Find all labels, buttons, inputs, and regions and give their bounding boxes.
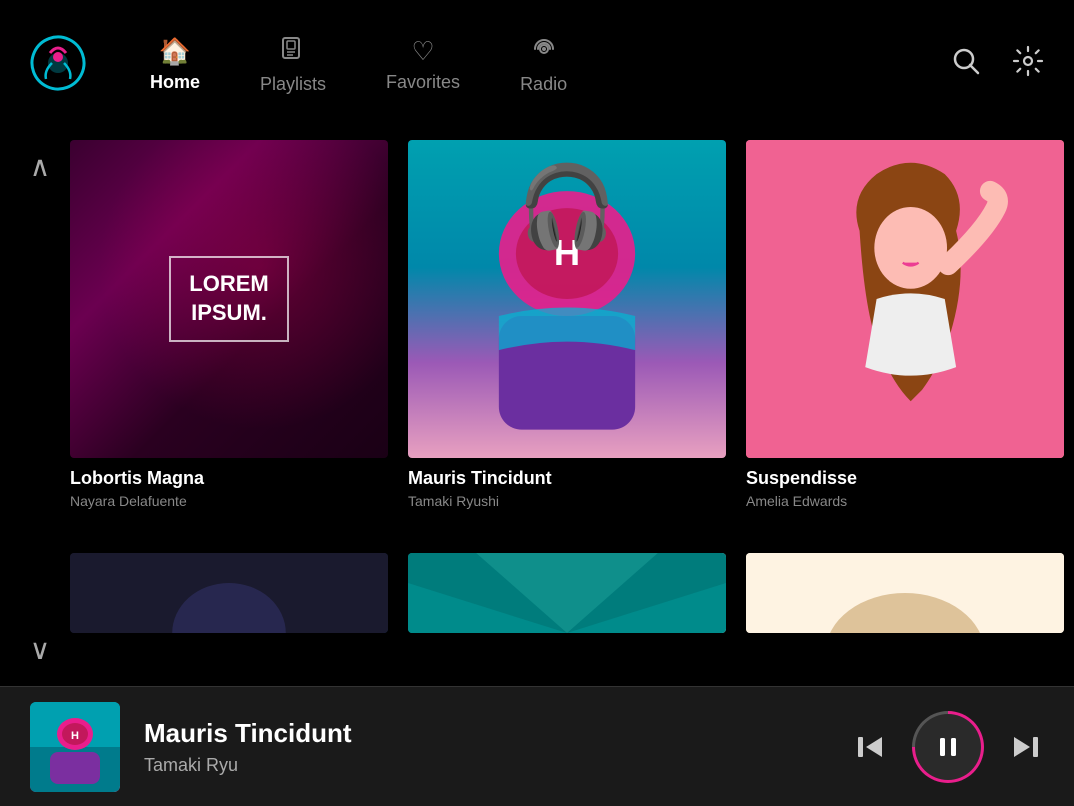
home-icon: 🏠 [159,38,191,64]
radio-icon [531,36,557,66]
settings-button[interactable] [1012,45,1044,85]
nav-items: 🏠 Home Playlists ♡ Favorites [150,36,950,95]
card-suspendisse-subtitle: Amelia Edwards [746,493,1064,509]
next-button[interactable] [1008,729,1044,765]
card-partial-1[interactable] [70,553,388,677]
art-lorem: LOREMIPSUM. [70,140,388,458]
nav-item-playlists[interactable]: Playlists [260,36,326,95]
svg-text:H: H [71,730,79,742]
app-logo[interactable] [30,35,90,95]
nav-label-favorites: Favorites [386,72,460,93]
card-mauris-art: H [408,140,726,458]
art-teal [408,553,726,633]
lorem-text-box: LOREMIPSUM. [169,256,288,341]
card-lobortis-art: LOREMIPSUM. [70,140,388,458]
player-track-artist: Tamaki Ryu [144,755,852,776]
nav-label-radio: Radio [520,74,567,95]
pause-button[interactable] [912,711,984,783]
card-partial-2-art [408,553,726,633]
art-beige [746,553,1064,633]
card-suspendisse-art [746,140,1064,458]
art-dark1 [70,553,388,633]
card-mauris[interactable]: H Mauris Tincidunt Tamaki Ryushi [408,140,726,553]
card-suspendisse[interactable]: Suspendisse Amelia Edwards [746,140,1064,553]
main-content: ∧ ∨ LOREMIPSUM. Lobortis Magna Nayara De… [0,130,1074,686]
lorem-text: LOREMIPSUM. [189,270,268,327]
music-grid: LOREMIPSUM. Lobortis Magna Nayara Delafu… [70,130,1064,686]
card-lobortis[interactable]: LOREMIPSUM. Lobortis Magna Nayara Delafu… [70,140,388,553]
card-partial-1-art [70,553,388,633]
favorites-icon: ♡ [411,38,434,64]
card-partial-3-art [746,553,1064,633]
art-mauris: H [408,140,726,458]
nav-item-favorites[interactable]: ♡ Favorites [386,38,460,93]
art-suspendisse [746,140,1064,458]
prev-button[interactable] [852,729,888,765]
card-mauris-subtitle: Tamaki Ryushi [408,493,726,509]
player-info: Mauris Tincidunt Tamaki Ryu [144,718,852,776]
nav-label-home: Home [150,72,200,93]
player-bar: H Mauris Tincidunt Tamaki Ryu [0,686,1074,806]
scroll-down-arrow[interactable]: ∨ [30,633,51,666]
nav-item-radio[interactable]: Radio [520,36,567,95]
card-partial-2[interactable] [408,553,726,677]
card-suspendisse-title: Suspendisse [746,468,1064,489]
nav-item-home[interactable]: 🏠 Home [150,38,200,93]
nav-actions [950,45,1044,85]
nav-label-playlists: Playlists [260,74,326,95]
svg-text:H: H [554,232,580,273]
search-button[interactable] [950,45,982,85]
card-lobortis-subtitle: Nayara Delafuente [70,493,388,509]
card-lobortis-title: Lobortis Magna [70,468,388,489]
card-mauris-title: Mauris Tincidunt [408,468,726,489]
scroll-arrows: ∧ ∨ [10,130,70,686]
player-track-title: Mauris Tincidunt [144,718,852,749]
playlists-icon [280,36,306,66]
card-partial-3[interactable] [746,553,1064,677]
scroll-up-arrow[interactable]: ∧ [30,150,51,183]
navbar: 🏠 Home Playlists ♡ Favorites [0,0,1074,130]
player-controls [852,711,1044,783]
player-thumbnail: H [30,702,120,792]
